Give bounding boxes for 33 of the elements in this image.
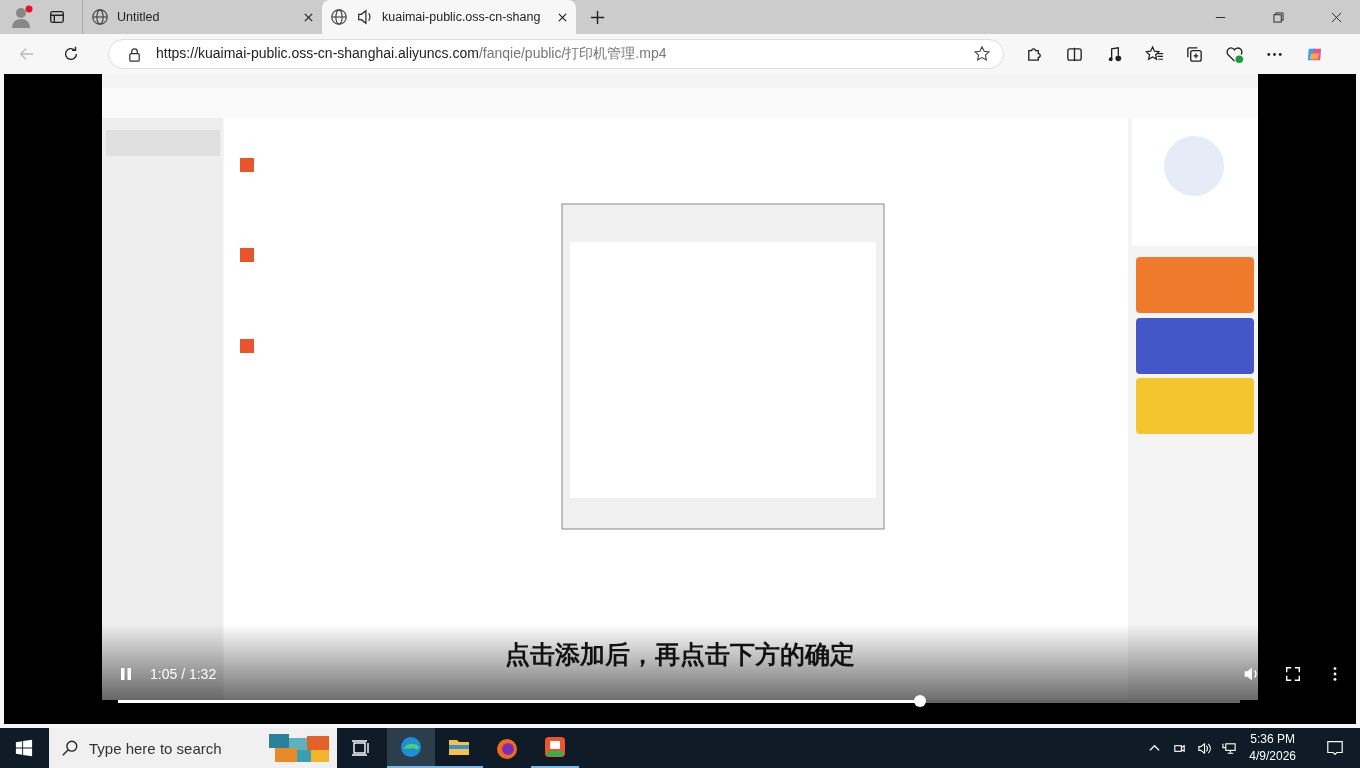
taskbar-search-field[interactable]: Type here to search: [49, 728, 337, 768]
close-icon[interactable]: [557, 11, 568, 23]
star-icon[interactable]: [973, 45, 991, 63]
volume-icon[interactable]: [1242, 665, 1260, 683]
task-view-icon[interactable]: [351, 738, 371, 758]
tab-actions-icon[interactable]: [48, 8, 66, 26]
refresh-icon[interactable]: [62, 45, 80, 63]
close-icon[interactable]: [1331, 11, 1342, 23]
close-icon[interactable]: [303, 11, 314, 23]
video-caption: 点击添加后，再点击下方的确定: [505, 639, 855, 671]
search-icon: [61, 739, 79, 757]
notifications-icon[interactable]: [1326, 739, 1344, 757]
pause-icon[interactable]: [120, 667, 132, 681]
restore-icon[interactable]: [1273, 11, 1284, 23]
new-tab-icon[interactable]: [590, 9, 605, 25]
fullscreen-icon[interactable]: [1284, 665, 1302, 683]
playback-time: 1:05 / 1:32: [150, 666, 217, 682]
collections-icon[interactable]: [1185, 44, 1204, 64]
browser-tab[interactable]: kuaimai-public.oss-cn-shang: [322, 0, 576, 34]
network-icon[interactable]: [1222, 740, 1238, 756]
address-bar[interactable]: https://kuaimai-public.oss-cn-shanghai.aliyuncs.com/fanqie/public/打印机管理.mp4: [108, 39, 1004, 69]
profile-icon[interactable]: [10, 5, 34, 29]
url-text: https://kuaimai-public.oss-cn-shanghai.aliyuncs.com/fanqie/public/打印机管理.mp4: [156, 45, 668, 63]
edge-taskbar-icon[interactable]: [387, 728, 435, 768]
health-icon[interactable]: [1225, 44, 1244, 64]
speaker-icon[interactable]: [1197, 740, 1213, 756]
lock-icon: [127, 46, 142, 62]
globe-icon: [330, 8, 348, 26]
taskbar-clock[interactable]: 5:36 PM 4/9/2026: [1249, 731, 1296, 765]
puzzle-drawing: [267, 732, 331, 764]
windows-start-icon[interactable]: [15, 739, 33, 757]
globe-icon: [91, 8, 109, 26]
speaker-icon[interactable]: [356, 8, 374, 26]
